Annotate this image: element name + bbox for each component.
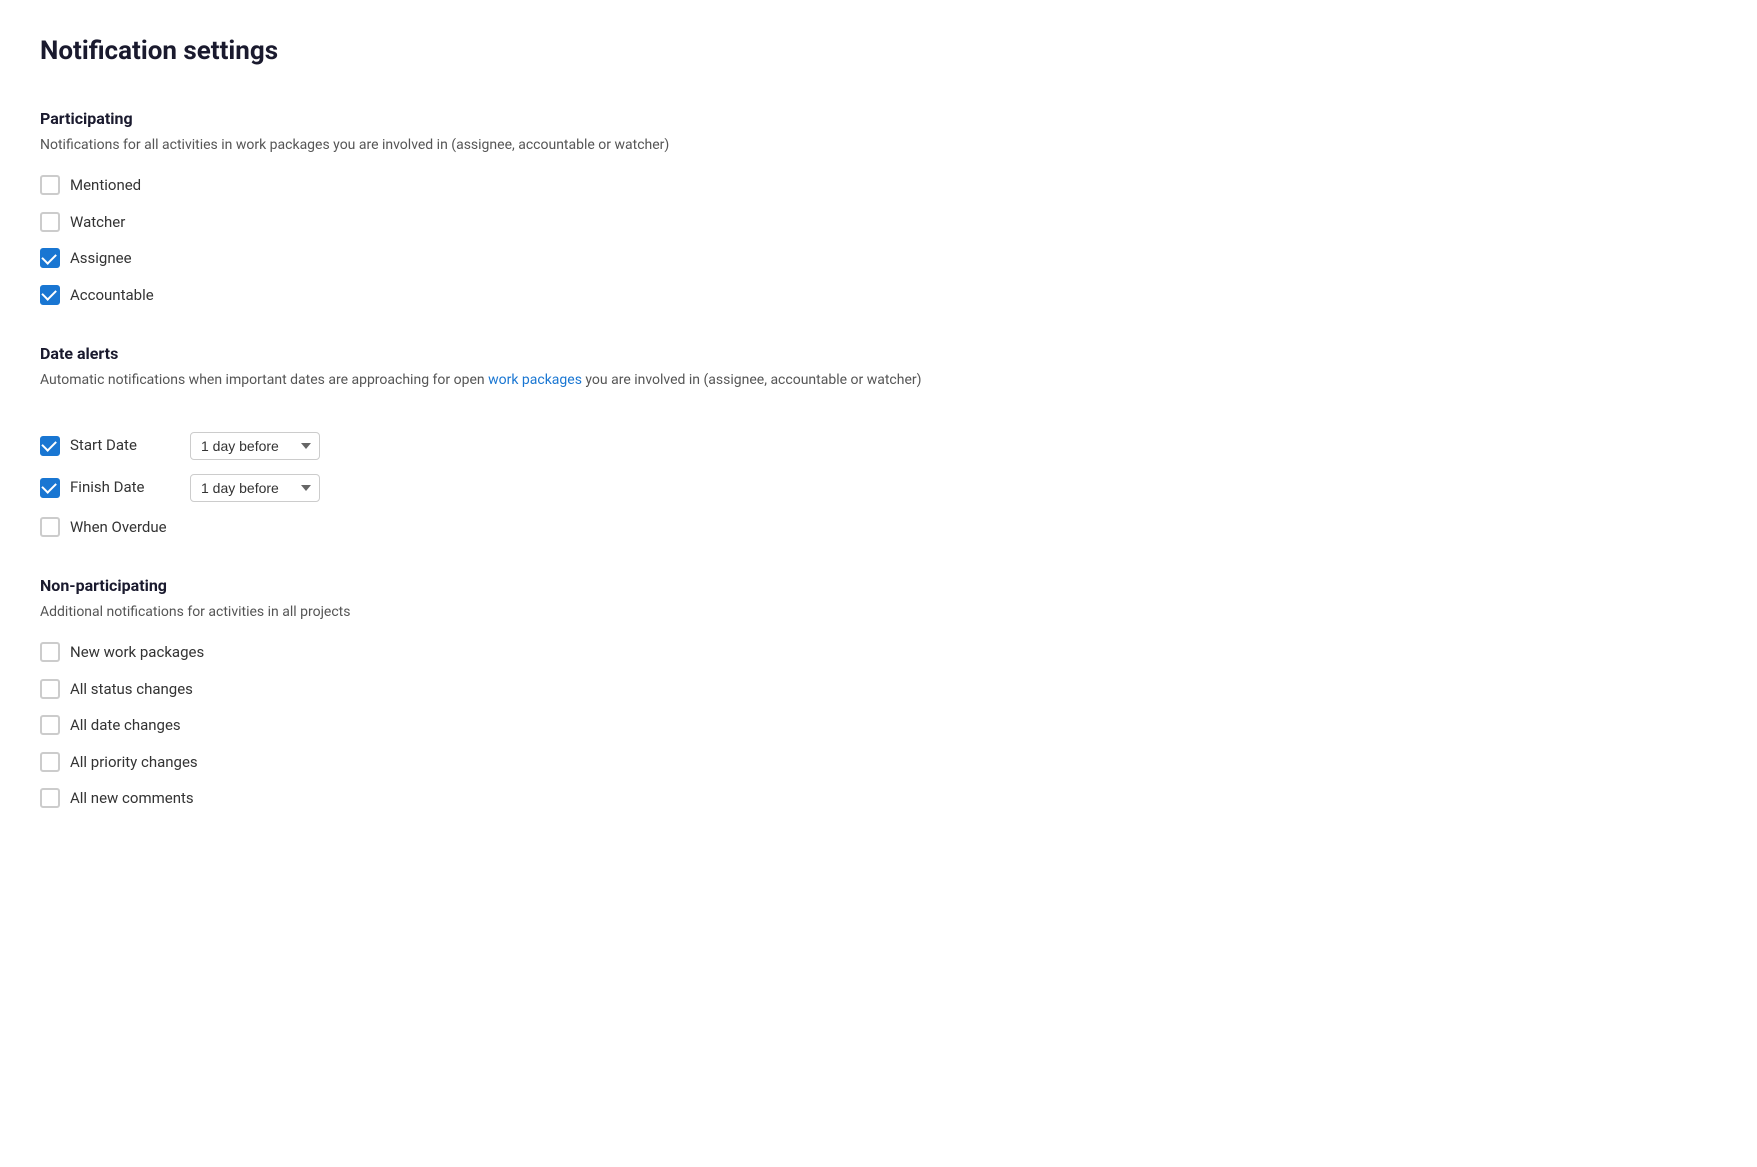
label-start_date: Start Date [70, 434, 180, 457]
checkbox-all_new_comments[interactable] [40, 788, 60, 808]
non-participating-desc: Additional notifications for activities … [40, 602, 1717, 623]
checkbox-mentioned[interactable] [40, 175, 60, 195]
participating-row-assignee: Assignee [40, 247, 1717, 270]
participating-title: Participating [40, 107, 1717, 131]
label-mentioned: Mentioned [70, 174, 141, 197]
label-all_status_changes: All status changes [70, 678, 193, 701]
label-all_new_comments: All new comments [70, 787, 194, 810]
date-alerts-section: Date alerts Automatic notifications when… [40, 342, 1717, 538]
checkbox-all_priority_changes[interactable] [40, 752, 60, 772]
label-assignee: Assignee [70, 247, 132, 270]
date-row-finish_date: Finish Date 1 day before2 days before3 da… [40, 474, 1717, 502]
participating-row-watcher: Watcher [40, 211, 1717, 234]
checkbox-accountable[interactable] [40, 285, 60, 305]
page-title: Notification settings [40, 32, 1717, 71]
participating-desc: Notifications for all activities in work… [40, 135, 1717, 156]
checkbox-all_status_changes[interactable] [40, 679, 60, 699]
when-overdue-checkbox[interactable] [40, 517, 60, 537]
label-accountable: Accountable [70, 284, 154, 307]
label-new_work_packages: New work packages [70, 641, 204, 664]
non-participating-row-all_new_comments: All new comments [40, 787, 1717, 810]
checkbox-finish_date[interactable] [40, 478, 60, 498]
when-overdue-label: When Overdue [70, 516, 167, 539]
non-participating-row-all_status_changes: All status changes [40, 678, 1717, 701]
date-alerts-desc: Automatic notifications when important d… [40, 370, 1717, 391]
non-participating-row-new_work_packages: New work packages [40, 641, 1717, 664]
non-participating-section: Non-participating Additional notificatio… [40, 574, 1717, 810]
non-participating-row-all_priority_changes: All priority changes [40, 751, 1717, 774]
participating-row-mentioned: Mentioned [40, 174, 1717, 197]
date-alerts-title: Date alerts [40, 342, 1717, 366]
label-watcher: Watcher [70, 211, 125, 234]
checkbox-start_date[interactable] [40, 436, 60, 456]
checkbox-all_date_changes[interactable] [40, 715, 60, 735]
checkbox-new_work_packages[interactable] [40, 642, 60, 662]
work-packages-link: work packages [488, 372, 582, 388]
label-finish_date: Finish Date [70, 476, 180, 499]
participating-row-accountable: Accountable [40, 284, 1717, 307]
select-finish_date[interactable]: 1 day before2 days before3 days before1 … [190, 474, 320, 502]
non-participating-title: Non-participating [40, 574, 1717, 598]
participating-section: Participating Notifications for all acti… [40, 107, 1717, 306]
when-overdue-row: When Overdue [40, 516, 1717, 539]
checkbox-assignee[interactable] [40, 248, 60, 268]
checkbox-watcher[interactable] [40, 212, 60, 232]
select-start_date[interactable]: 1 day before2 days before3 days before1 … [190, 432, 320, 460]
non-participating-row-all_date_changes: All date changes [40, 714, 1717, 737]
label-all_date_changes: All date changes [70, 714, 181, 737]
date-row-start_date: Start Date 1 day before2 days before3 day… [40, 432, 1717, 460]
label-all_priority_changes: All priority changes [70, 751, 198, 774]
